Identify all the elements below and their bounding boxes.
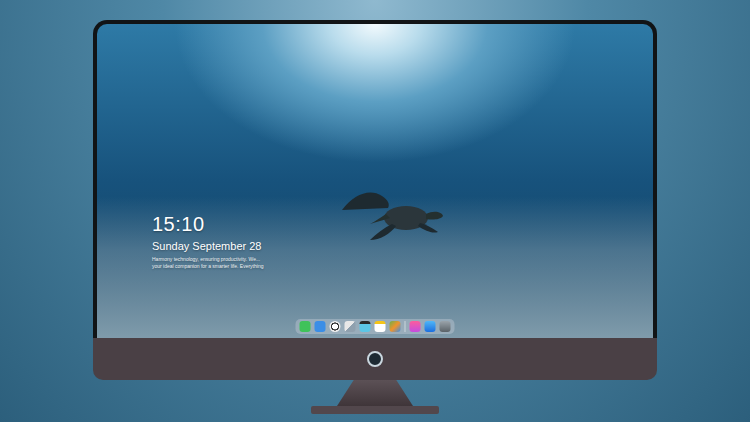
monitor-stand	[337, 380, 413, 406]
turtle-icon	[340, 184, 444, 242]
safari-icon[interactable]	[330, 321, 341, 332]
dock-separator	[405, 321, 406, 332]
video-icon[interactable]	[360, 321, 371, 332]
caption-line: Harmony technology, ensuring productivit…	[152, 256, 653, 263]
date: Sunday September 28	[152, 239, 653, 253]
music-icon[interactable]	[410, 321, 421, 332]
lock-screen: 15:10 Sunday September 28 Harmony techno…	[97, 24, 653, 270]
dock	[296, 319, 455, 334]
notes-icon[interactable]	[375, 321, 386, 332]
photos-icon[interactable]	[390, 321, 401, 332]
monitor-bezel: 15:10 Sunday September 28 Harmony techno…	[93, 20, 657, 338]
caption-line: your ideal companion for a smarter life.…	[152, 263, 653, 270]
monitor-base	[311, 406, 439, 414]
preview-icon[interactable]	[345, 321, 356, 332]
caption: Harmony technology, ensuring productivit…	[152, 256, 653, 270]
camera-icon[interactable]	[440, 321, 451, 332]
app-store-icon[interactable]	[425, 321, 436, 332]
messages-icon[interactable]	[300, 321, 311, 332]
monitor: 15:10 Sunday September 28 Harmony techno…	[93, 20, 657, 414]
monitor-chin	[93, 338, 657, 380]
wallpaper: 15:10 Sunday September 28 Harmony techno…	[97, 24, 653, 338]
brand-logo-icon	[367, 351, 383, 367]
mail-icon[interactable]	[315, 321, 326, 332]
